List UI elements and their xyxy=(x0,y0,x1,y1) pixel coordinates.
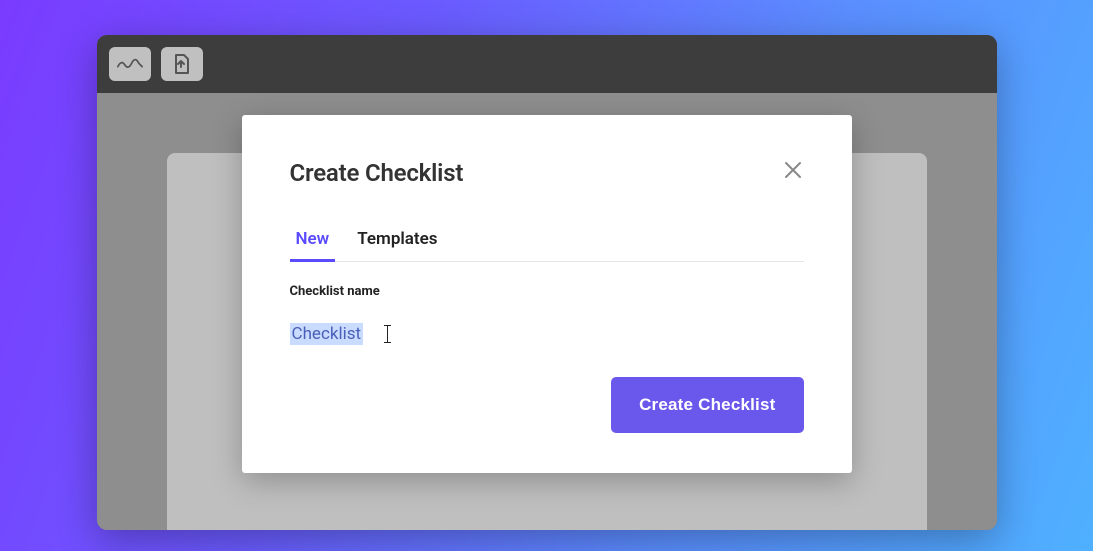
checklist-name-label: Checklist name xyxy=(290,284,804,299)
text-cursor-icon xyxy=(387,325,388,343)
create-checklist-modal: Create Checklist New Templates Checklist… xyxy=(242,115,852,473)
app-window: Create Checklist New Templates Checklist… xyxy=(97,35,997,530)
input-selected-text: Checklist xyxy=(290,323,364,345)
create-checklist-button[interactable]: Create Checklist xyxy=(611,377,803,433)
modal-tabs: New Templates xyxy=(290,221,804,262)
modal-footer: Create Checklist xyxy=(290,377,804,433)
close-button[interactable] xyxy=(782,159,804,181)
close-icon xyxy=(784,161,802,179)
modal-title: Create Checklist xyxy=(290,159,464,187)
checklist-name-input[interactable]: Checklist xyxy=(290,323,804,345)
tab-templates[interactable]: Templates xyxy=(357,221,437,261)
tab-new[interactable]: New xyxy=(296,221,330,261)
modal-header: Create Checklist xyxy=(290,159,804,187)
